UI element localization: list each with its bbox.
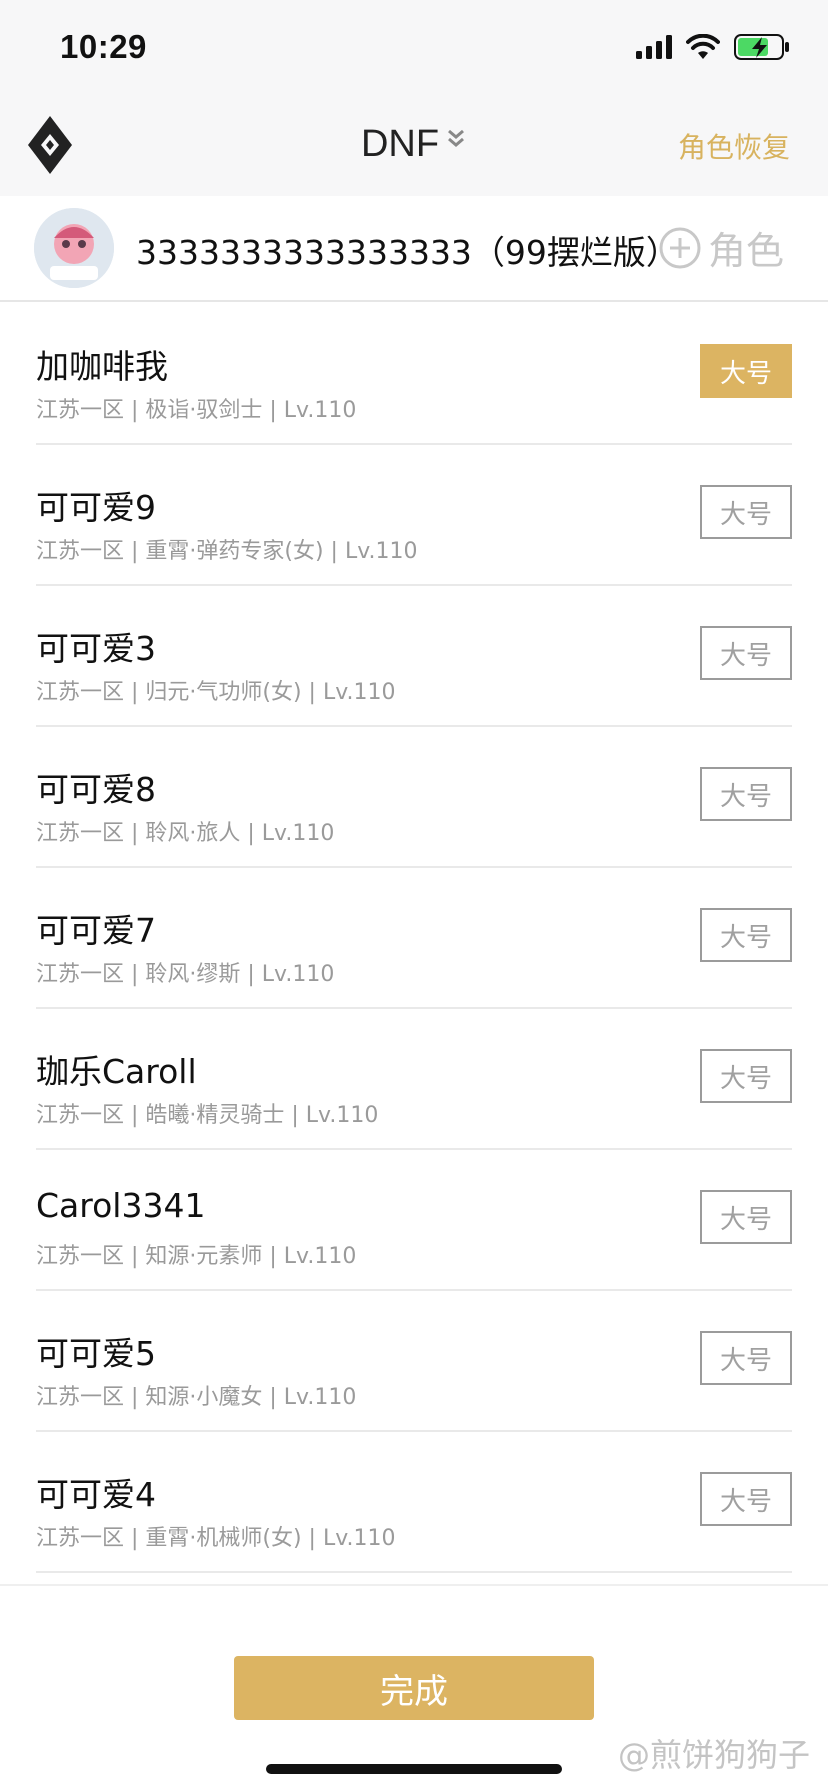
done-button[interactable]: 完成 <box>234 1656 594 1720</box>
list-item: 可可爱8 江苏一区 | 聆风·旅人 | Lv.110 大号 <box>36 727 792 868</box>
nav-bar: DNF 角色恢复 <box>0 96 828 196</box>
list-item: Carol3341 江苏一区 | 知源·元素师 | Lv.110 大号 <box>36 1150 792 1291</box>
home-indicator[interactable] <box>266 1764 562 1774</box>
role-name: 珈乐Caroll <box>36 1052 197 1091</box>
main-account-button[interactable]: 大号 <box>700 1190 792 1244</box>
role-list: 加咖啡我 江苏一区 | 极诣·驭剑士 | Lv.110 大号 可可爱9 江苏一区… <box>36 304 792 1573</box>
nav-title-text: DNF <box>360 123 440 165</box>
status-bar: 10:29 <box>0 0 828 96</box>
role-meta: 江苏一区 | 知源·小魔女 | Lv.110 <box>36 1385 357 1410</box>
add-circle-icon <box>659 227 701 268</box>
role-meta: 江苏一区 | 重霄·机械师(女) | Lv.110 <box>36 1526 396 1551</box>
role-management-screen: 10:29 DNF 角色恢复 3333333333333333（99摆烂版） 角… <box>0 0 828 1792</box>
role-name: 可可爱9 <box>36 488 156 527</box>
avatar <box>34 208 114 288</box>
main-account-button[interactable]: 大号 <box>700 626 792 680</box>
main-account-button[interactable]: 大号 <box>700 908 792 962</box>
role-meta: 江苏一区 | 极诣·驭剑士 | Lv.110 <box>36 398 357 423</box>
list-item: 可可爱3 江苏一区 | 归元·气功师(女) | Lv.110 大号 <box>36 586 792 727</box>
role-name: 可可爱7 <box>36 911 156 950</box>
account-header: 3333333333333333（99摆烂版） 角色 <box>0 196 828 302</box>
main-account-button[interactable]: 大号 <box>700 1331 792 1385</box>
role-name: 可可爱8 <box>36 770 156 809</box>
role-meta: 江苏一区 | 聆风·缪斯 | Lv.110 <box>36 962 335 987</box>
wifi-icon <box>686 34 720 59</box>
main-account-button[interactable]: 大号 <box>700 344 792 398</box>
main-account-button[interactable]: 大号 <box>700 767 792 821</box>
role-name: Carol3341 <box>36 1186 206 1225</box>
role-name: 可可爱4 <box>36 1475 156 1514</box>
status-icons <box>636 34 790 60</box>
role-meta: 江苏一区 | 皓曦·精灵骑士 | Lv.110 <box>36 1103 379 1128</box>
list-item: 可可爱9 江苏一区 | 重霄·弹药专家(女) | Lv.110 大号 <box>36 445 792 586</box>
add-role-button[interactable]: 角色 <box>658 220 784 275</box>
avatar-image <box>34 208 114 288</box>
main-account-button[interactable]: 大号 <box>700 1049 792 1103</box>
watermark: @煎饼狗狗子 <box>617 1736 810 1774</box>
role-restore-link[interactable]: 角色恢复 <box>678 126 790 166</box>
account-name: 3333333333333333（99摆烂版） <box>136 233 679 272</box>
role-name: 加咖啡我 <box>36 347 168 386</box>
role-meta: 江苏一区 | 归元·气功师(女) | Lv.110 <box>36 680 396 705</box>
battery-charging-icon <box>734 34 789 60</box>
double-chevron-down-icon <box>448 129 465 147</box>
main-account-button[interactable]: 大号 <box>700 485 792 539</box>
add-role-label: 角色 <box>707 229 784 273</box>
list-item: 加咖啡我 江苏一区 | 极诣·驭剑士 | Lv.110 大号 <box>36 304 792 445</box>
list-item: 珈乐Caroll 江苏一区 | 皓曦·精灵骑士 | Lv.110 大号 <box>36 1009 792 1150</box>
footer: 完成 @煎饼狗狗子 <box>0 1584 828 1792</box>
cellular-signal-icon <box>636 35 672 59</box>
list-item: 可可爱5 江苏一区 | 知源·小魔女 | Lv.110 大号 <box>36 1291 792 1432</box>
status-time: 10:29 <box>60 28 147 65</box>
role-meta: 江苏一区 | 聆风·旅人 | Lv.110 <box>36 821 335 846</box>
list-item: 可可爱4 江苏一区 | 重霄·机械师(女) | Lv.110 大号 <box>36 1432 792 1573</box>
role-name: 可可爱3 <box>36 629 156 668</box>
role-meta: 江苏一区 | 重霄·弹药专家(女) | Lv.110 <box>36 539 418 564</box>
main-account-button[interactable]: 大号 <box>700 1472 792 1526</box>
role-name: 可可爱5 <box>36 1334 156 1373</box>
role-meta: 江苏一区 | 知源·元素师 | Lv.110 <box>36 1244 357 1269</box>
list-item: 可可爱7 江苏一区 | 聆风·缪斯 | Lv.110 大号 <box>36 868 792 1009</box>
